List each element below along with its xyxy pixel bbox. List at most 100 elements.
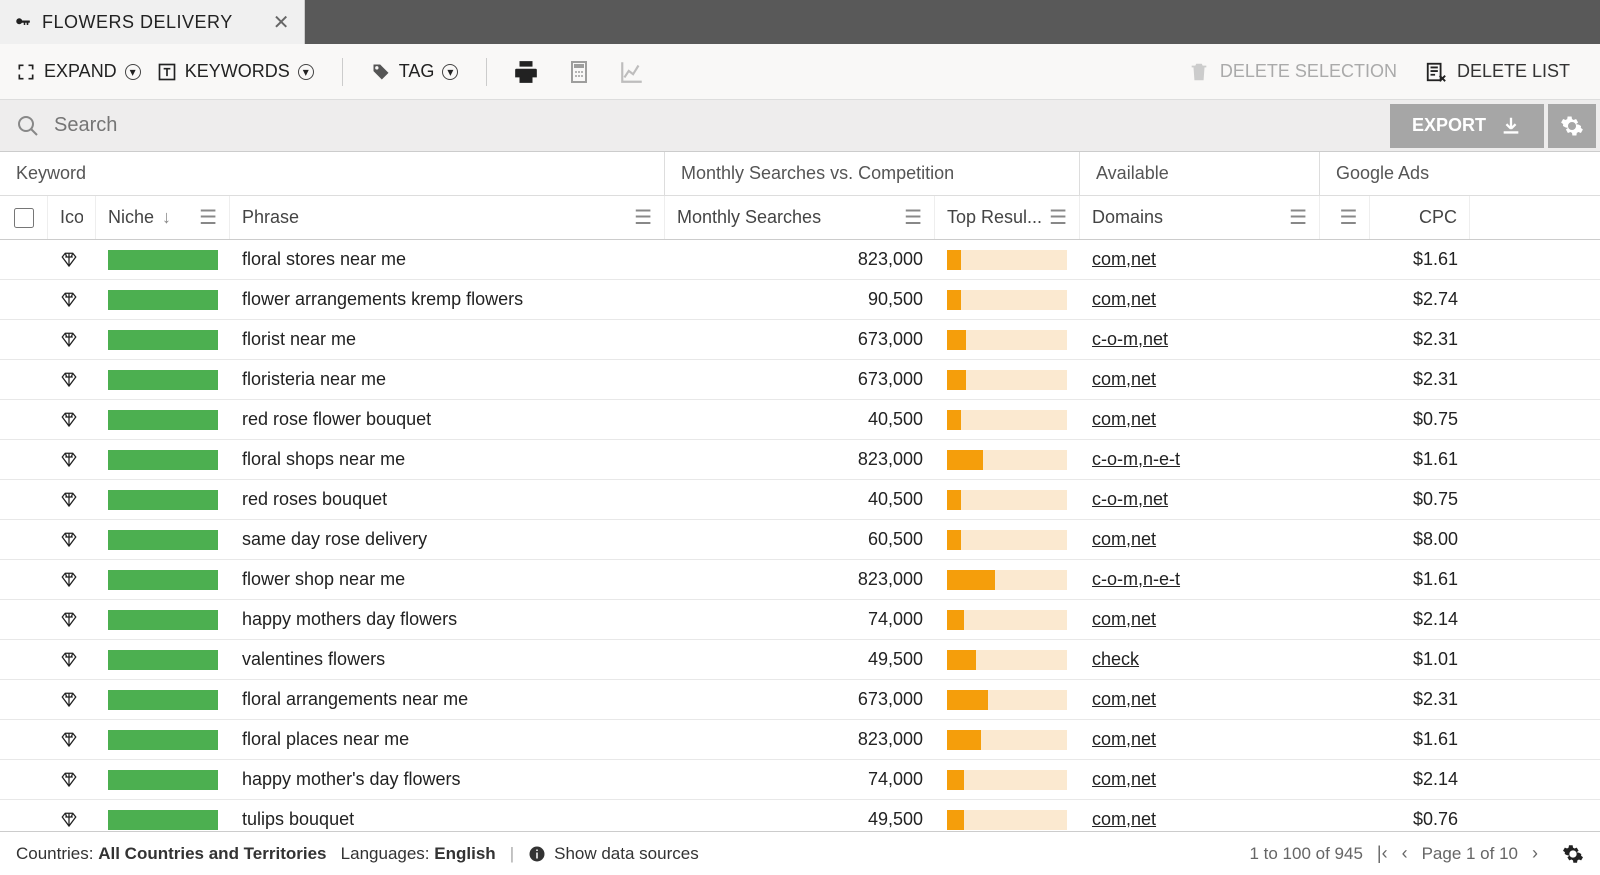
row-icon[interactable] — [48, 680, 96, 719]
row-icon[interactable] — [48, 320, 96, 359]
languages-value[interactable]: English — [434, 844, 495, 864]
row-icon[interactable] — [48, 760, 96, 799]
col-cpc[interactable]: CPC — [1370, 196, 1470, 239]
expand-button[interactable]: EXPAND ▾ — [16, 61, 141, 82]
domain-link[interactable]: com — [1092, 369, 1126, 390]
domain-link[interactable]: com — [1092, 729, 1126, 750]
table-row[interactable]: floral stores near me823,000com, net$1.6… — [0, 240, 1600, 280]
export-button[interactable]: EXPORT — [1390, 104, 1544, 148]
col-phrase[interactable]: Phrase ☰ — [230, 196, 665, 239]
domain-link[interactable]: com — [1092, 289, 1126, 310]
column-menu-icon[interactable]: ☰ — [896, 205, 922, 230]
next-page-button[interactable]: › — [1532, 843, 1538, 864]
domain-link[interactable]: net — [1131, 729, 1156, 750]
keywords-button[interactable]: KEYWORDS ▾ — [157, 61, 314, 82]
calculator-button[interactable] — [553, 59, 605, 85]
countries-value[interactable]: All Countries and Territories — [98, 844, 326, 864]
gear-icon[interactable] — [1562, 843, 1584, 865]
prev-page-button[interactable]: ‹ — [1402, 843, 1408, 864]
show-sources-link[interactable]: Show data sources — [554, 844, 699, 864]
col-domains[interactable]: Domains ☰ — [1080, 196, 1320, 239]
domain-link[interactable]: com — [1092, 609, 1126, 630]
domain-link[interactable]: net — [1131, 409, 1156, 430]
table-row[interactable]: floral shops near me823,000c-o-m, n-e-t$… — [0, 440, 1600, 480]
column-menu-icon[interactable]: ☰ — [191, 205, 217, 230]
table-row[interactable]: red roses bouquet40,500c-o-m, net$0.75 — [0, 480, 1600, 520]
chart-button[interactable] — [605, 59, 659, 85]
domain-link[interactable]: c-o-m — [1092, 489, 1138, 510]
table-row[interactable]: red rose flower bouquet40,500com, net$0.… — [0, 400, 1600, 440]
domain-link[interactable]: net — [1131, 529, 1156, 550]
row-icon[interactable] — [48, 360, 96, 399]
row-icon[interactable] — [48, 720, 96, 759]
domain-link[interactable]: net — [1131, 369, 1156, 390]
col-icon[interactable]: Icon — [48, 196, 96, 239]
domain-link[interactable]: net — [1131, 609, 1156, 630]
row-icon[interactable] — [48, 400, 96, 439]
table-row[interactable]: floristeria near me673,000com, net$2.31 — [0, 360, 1600, 400]
table-row[interactable]: tulips bouquet49,500com, net$0.76 — [0, 800, 1600, 831]
domain-link[interactable]: com — [1092, 809, 1126, 830]
domain-link[interactable]: net — [1131, 689, 1156, 710]
col-top[interactable]: Top Resul... ☰ — [935, 196, 1080, 239]
table-row[interactable]: flower shop near me823,000c-o-m, n-e-t$1… — [0, 560, 1600, 600]
row-icon[interactable] — [48, 480, 96, 519]
tab-flowers-delivery[interactable]: FLOWERS DELIVERY ✕ — [0, 0, 305, 44]
table-row[interactable]: happy mother's day flowers74,000com, net… — [0, 760, 1600, 800]
domain-link[interactable]: net — [1131, 809, 1156, 830]
column-menu-icon[interactable]: ☰ — [626, 205, 652, 230]
domain-link[interactable]: net — [1131, 769, 1156, 790]
domain-link[interactable]: com — [1092, 249, 1126, 270]
table-row[interactable]: florist near me673,000c-o-m, net$2.31 — [0, 320, 1600, 360]
row-icon[interactable] — [48, 280, 96, 319]
domain-link[interactable]: c-o-m — [1092, 449, 1138, 470]
domain-link[interactable]: net — [1131, 289, 1156, 310]
phrase-cell: red rose flower bouquet — [230, 400, 665, 439]
select-all-checkbox[interactable] — [0, 196, 48, 239]
table-row[interactable]: flower arrangements kremp flowers90,500c… — [0, 280, 1600, 320]
delete-list-button[interactable]: DELETE LIST — [1411, 61, 1584, 83]
column-menu-icon[interactable]: ☰ — [1041, 205, 1067, 230]
close-icon[interactable]: ✕ — [273, 10, 290, 35]
domain-link[interactable]: c-o-m — [1092, 329, 1138, 350]
table-row[interactable]: same day rose delivery60,500com, net$8.0… — [0, 520, 1600, 560]
col-extra[interactable]: ☰ — [1320, 196, 1370, 239]
domain-link[interactable]: n-e-t — [1143, 449, 1180, 470]
table-row[interactable]: valentines flowers49,500check$1.01 — [0, 640, 1600, 680]
phrase-cell: tulips bouquet — [230, 800, 665, 831]
row-icon[interactable] — [48, 800, 96, 831]
col-niche[interactable]: Niche ↓ ☰ — [96, 196, 230, 239]
domain-link[interactable]: com — [1092, 409, 1126, 430]
domain-link[interactable]: n-e-t — [1143, 569, 1180, 590]
print-button[interactable] — [499, 59, 553, 85]
domain-link[interactable]: com — [1092, 769, 1126, 790]
row-icon[interactable] — [48, 560, 96, 599]
domain-link[interactable]: net — [1143, 329, 1168, 350]
row-icon[interactable] — [48, 240, 96, 279]
domain-link[interactable]: c-o-m — [1092, 569, 1138, 590]
search-input[interactable] — [54, 114, 1370, 137]
niche-cell — [96, 480, 230, 519]
table-row[interactable]: floral places near me823,000com, net$1.6… — [0, 720, 1600, 760]
tag-button[interactable]: TAG ▾ — [355, 61, 475, 82]
cpc-cell: $2.74 — [1370, 280, 1470, 319]
domain-link[interactable]: net — [1131, 249, 1156, 270]
column-menu-icon[interactable]: ☰ — [1281, 205, 1307, 230]
table-row[interactable]: floral arrangements near me673,000com, n… — [0, 680, 1600, 720]
table-row[interactable]: happy mothers day flowers74,000com, net$… — [0, 600, 1600, 640]
row-icon[interactable] — [48, 520, 96, 559]
settings-button[interactable] — [1548, 104, 1596, 148]
column-menu-icon[interactable]: ☰ — [1332, 205, 1358, 230]
domain-link[interactable]: check — [1092, 649, 1139, 670]
row-icon[interactable] — [48, 640, 96, 679]
domain-link[interactable]: net — [1143, 489, 1168, 510]
row-icon[interactable] — [48, 600, 96, 639]
domain-link[interactable]: com — [1092, 529, 1126, 550]
extra-cell — [1320, 800, 1370, 831]
delete-selection-button[interactable]: DELETE SELECTION — [1174, 61, 1411, 83]
domains-cell: com, net — [1080, 600, 1320, 639]
first-page-button[interactable]: |‹ — [1377, 843, 1388, 864]
row-icon[interactable] — [48, 440, 96, 479]
domain-link[interactable]: com — [1092, 689, 1126, 710]
col-monthly[interactable]: Monthly Searches ☰ — [665, 196, 935, 239]
